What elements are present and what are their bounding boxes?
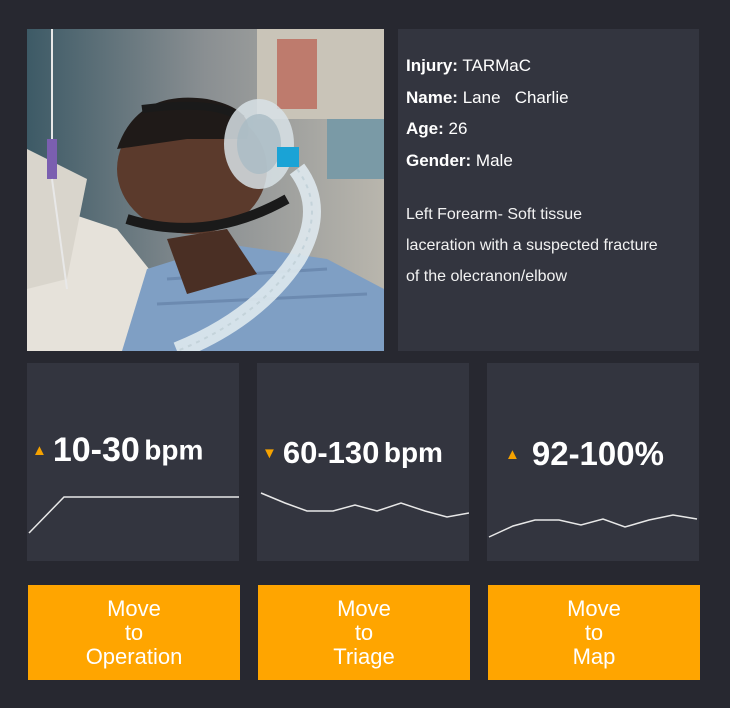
triangle-up-icon: ▲ xyxy=(505,445,520,463)
heart-rate-trend-line xyxy=(260,492,469,518)
gender-label: Gender: xyxy=(406,151,472,170)
age-label: Age: xyxy=(406,119,444,138)
age-row: Age: 26 xyxy=(406,119,467,139)
respiration-trend-line xyxy=(28,496,239,534)
injury-description: Left Forearm- Soft tissue laceration wit… xyxy=(406,199,696,292)
patient-info-panel: Injury: TARMaC Name: Lane Charlie Age: 2… xyxy=(398,29,699,351)
name-row: Name: Lane Charlie xyxy=(406,88,569,108)
button-label-line: Move xyxy=(337,595,391,621)
injury-value: TARMaC xyxy=(462,56,532,75)
triangle-up-icon: ▲ xyxy=(32,442,47,459)
description-line: of the olecranon/elbow xyxy=(406,268,567,285)
injury-label: Injury: xyxy=(406,56,458,75)
vital-unit: bpm xyxy=(383,437,443,468)
vital-card-heart-rate: ▼ 60-130 bpm xyxy=(257,363,469,561)
button-label-line: to xyxy=(124,619,144,645)
button-label-line: to xyxy=(354,619,374,645)
move-to-map-button[interactable]: Move to Map xyxy=(488,585,700,680)
button-label-line: to xyxy=(584,619,604,645)
gender-row: Gender: Male xyxy=(406,151,513,171)
vital-range: 92-100% xyxy=(531,435,664,472)
vital-card-respiration: ▲ 10-30 bpm xyxy=(27,363,239,561)
description-line: Left Forearm- Soft tissue xyxy=(406,206,583,223)
name-value: Lane Charlie xyxy=(462,88,569,107)
age-value: 26 xyxy=(448,119,468,138)
description-line: laceration with a suspected fracture xyxy=(406,237,658,254)
button-label-line: Move xyxy=(107,595,161,621)
button-label-line: Move xyxy=(567,595,621,621)
vital-reading: ▼ 60-130 bpm xyxy=(262,435,469,471)
name-label: Name: xyxy=(406,88,458,107)
gender-value: Male xyxy=(475,151,513,170)
patient-photo xyxy=(27,29,384,351)
vital-reading: ▲ 92-100% xyxy=(505,435,699,473)
move-to-operation-button[interactable]: Move to Operation xyxy=(28,585,240,680)
vital-range: 60-130 xyxy=(282,435,380,470)
vital-range: 10-30 xyxy=(52,431,140,469)
vital-card-oxygen: ▲ 92-100% xyxy=(487,363,699,561)
patient-photo-illustration xyxy=(27,29,384,351)
vital-unit: bpm xyxy=(144,434,204,466)
oxygen-trend-line xyxy=(488,514,698,538)
vital-reading: ▲ 10-30 bpm xyxy=(32,431,239,470)
triangle-down-icon: ▼ xyxy=(262,444,277,462)
button-label-line: Map xyxy=(572,643,616,669)
button-label-line: Triage xyxy=(333,643,395,669)
injury-row: Injury: TARMaC xyxy=(406,56,531,76)
button-label-line: Operation xyxy=(85,643,183,669)
move-to-triage-button[interactable]: Move to Triage xyxy=(258,585,470,680)
